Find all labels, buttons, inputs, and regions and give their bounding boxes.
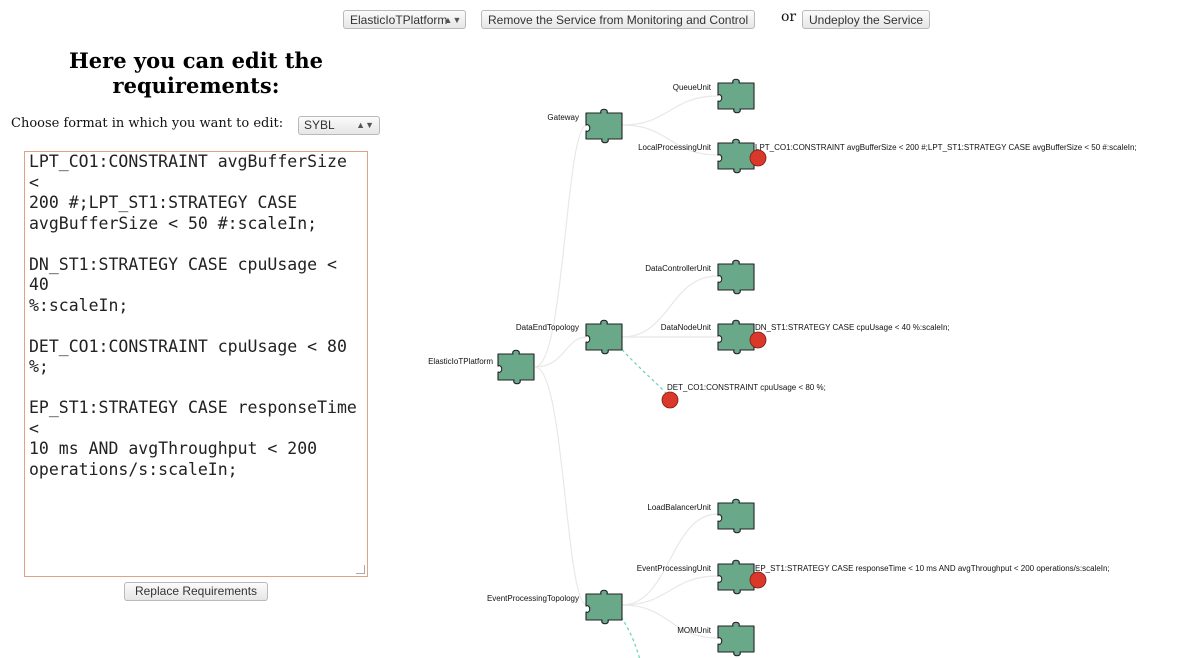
node-label-event-processing-topology: EventProcessingTopology — [487, 594, 579, 603]
requirement-dot[interactable] — [749, 149, 767, 167]
node-label-queue-unit: QueueUnit — [673, 83, 712, 92]
requirement-label-local-processing: LPT_CO1:CONSTRAINT avgBufferSize < 200 #… — [755, 143, 1137, 152]
node-label-event-processing-unit: EventProcessingUnit — [637, 564, 712, 573]
tree-links — [534, 95, 719, 639]
spinner-icon: ▲▼ — [356, 120, 374, 130]
node-label-gateway: Gateway — [547, 113, 579, 122]
or-label: or — [781, 9, 797, 25]
puzzle-icon[interactable] — [717, 138, 755, 174]
requirement-dot[interactable] — [661, 391, 679, 409]
node-label-root: ElasticIoTPlatform — [428, 357, 493, 366]
puzzle-icon[interactable] — [585, 589, 623, 625]
node-label-data-end-topology: DataEndTopology — [516, 323, 579, 332]
puzzle-icon[interactable] — [717, 319, 755, 355]
editor-heading: Here you can edit the requirements: — [68, 48, 324, 98]
top-toolbar: ElasticIoTPlatform ▲▼ Remove the Service… — [0, 9, 1180, 32]
puzzle-icon[interactable] — [717, 78, 755, 114]
service-select-value: ElasticIoTPlatform — [350, 13, 448, 27]
format-select[interactable]: SYBL ▲▼ — [298, 116, 380, 135]
node-label-local-processing-unit: LocalProcessingUnit — [638, 143, 712, 152]
node-label-mom-unit: MOMUnit — [677, 626, 712, 635]
puzzle-icon[interactable] — [585, 319, 623, 355]
puzzle-icon[interactable] — [717, 498, 755, 534]
undeploy-service-button[interactable]: Undeploy the Service — [802, 10, 931, 29]
spinner-icon: ▲▼ — [443, 15, 462, 25]
requirement-dot[interactable] — [749, 331, 767, 349]
resize-grip-icon[interactable] — [356, 565, 365, 574]
service-select[interactable]: ElasticIoTPlatform ▲▼ — [343, 10, 467, 29]
replace-requirements-button[interactable]: Replace Requirements — [124, 582, 268, 601]
requirements-text: LPT_CO1:CONSTRAINT avgBufferSize < 200 #… — [29, 152, 357, 479]
requirement-dot[interactable] — [749, 571, 767, 589]
puzzle-icon[interactable] — [497, 349, 535, 385]
requirement-links — [617, 344, 671, 658]
format-select-value: SYBL — [304, 118, 335, 132]
puzzle-icon[interactable] — [585, 108, 623, 144]
node-label-data-controller-unit: DataControllerUnit — [645, 264, 712, 273]
requirement-label-event-processing: EP_ST1:STRATEGY CASE responseTime < 10 m… — [755, 564, 1110, 573]
format-label: Choose format in which you want to edit: — [11, 116, 284, 131]
node-label-load-balancer-unit: LoadBalancerUnit — [647, 503, 711, 512]
remove-service-button[interactable]: Remove the Service from Monitoring and C… — [481, 10, 756, 29]
requirements-textarea[interactable]: LPT_CO1:CONSTRAINT avgBufferSize < 200 #… — [24, 151, 368, 577]
puzzle-icon[interactable] — [717, 559, 755, 595]
topology-tree: ElasticIoTPlatform Gateway QueueUnit Loc… — [428, 78, 1137, 658]
node-label-data-node-unit: DataNodeUnit — [661, 323, 712, 332]
puzzle-icon[interactable] — [717, 259, 755, 295]
puzzle-icon[interactable] — [717, 621, 755, 657]
requirement-label-data-node: DN_ST1:STRATEGY CASE cpuUsage < 40 %:sca… — [755, 323, 950, 332]
requirement-label-data-end: DET_CO1:CONSTRAINT cpuUsage < 80 %; — [667, 383, 826, 392]
